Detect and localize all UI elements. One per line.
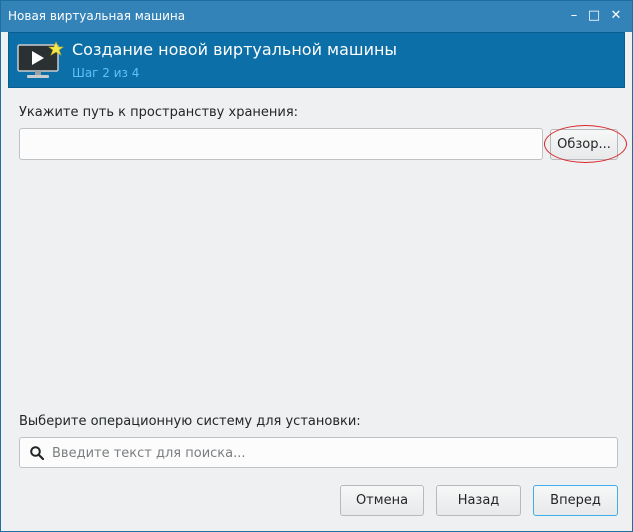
wizard-header: Создание новой виртуальной машины Шаг 2 …: [8, 32, 625, 88]
minimize-icon[interactable]: –: [566, 8, 582, 24]
os-select-label: Выберите операционную систему для устано…: [19, 414, 361, 429]
window-title: Новая виртуальная машина: [8, 9, 186, 23]
storage-path-input[interactable]: [19, 128, 543, 160]
storage-path-label: Укажите путь к пространству хранения:: [19, 105, 299, 120]
cancel-button[interactable]: Отмена: [340, 485, 424, 516]
browse-button[interactable]: Обзор...: [550, 129, 618, 160]
next-button[interactable]: Вперед: [533, 485, 618, 516]
search-icon: [30, 446, 44, 460]
os-search-input[interactable]: [50, 438, 614, 469]
vm-monitor-icon: [17, 41, 64, 78]
maximize-icon[interactable]: □: [586, 8, 602, 24]
wizard-step: Шаг 2 из 4: [72, 66, 140, 80]
new-vm-dialog: Новая виртуальная машина – □ ✕ Создание …: [0, 0, 633, 532]
os-search-box[interactable]: [19, 437, 618, 469]
title-bar[interactable]: Новая виртуальная машина – □ ✕: [1, 1, 632, 32]
close-icon[interactable]: ✕: [608, 8, 624, 24]
back-button[interactable]: Назад: [436, 485, 521, 516]
wizard-title: Создание новой виртуальной машины: [72, 40, 398, 59]
